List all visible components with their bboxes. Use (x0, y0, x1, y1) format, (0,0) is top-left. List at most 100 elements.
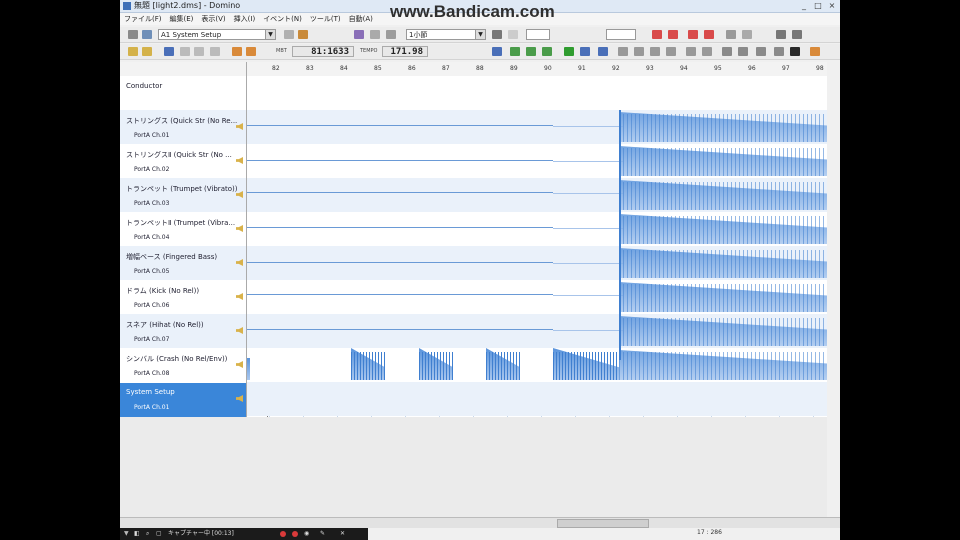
color-icon[interactable] (790, 47, 800, 56)
quantize-1-icon[interactable] (618, 47, 628, 56)
pause-dot-icon[interactable] (292, 531, 298, 537)
save-icon[interactable] (164, 47, 174, 56)
eraser-icon[interactable] (370, 30, 380, 39)
velocity-field[interactable] (526, 29, 550, 40)
taskbar-close-icon[interactable]: ✕ (340, 529, 345, 539)
screenshot-icon[interactable]: ◉ (304, 529, 309, 539)
play-icon[interactable] (564, 47, 574, 56)
rewind-icon[interactable] (492, 47, 502, 56)
menu-insert[interactable]: 挿入(I) (230, 13, 260, 25)
undo-icon[interactable] (776, 30, 786, 39)
loop-icon[interactable] (598, 47, 608, 56)
quantize-5-icon[interactable] (686, 47, 696, 56)
zoom-out-icon[interactable] (668, 30, 678, 39)
record-dot-icon[interactable] (280, 531, 286, 537)
tool-icon[interactable] (128, 30, 138, 39)
note-velocity-bar (731, 284, 732, 312)
note-velocity-bar (779, 148, 780, 176)
track-name[interactable]: ストリングス (Quick Str (No Re... (126, 116, 237, 126)
menu-event[interactable]: イベント(N) (259, 13, 306, 25)
track-name[interactable]: シンバル (Crash (No Rel/Env)) (126, 354, 227, 364)
quantize-2-icon[interactable] (634, 47, 644, 56)
camera-icon[interactable]: ◧ (134, 529, 140, 539)
note-velocity-bar (647, 182, 648, 210)
menu-edit[interactable]: 編集(E) (166, 13, 198, 25)
menu-file[interactable]: ファイル(F) (120, 13, 166, 25)
note-velocity-bar (671, 250, 672, 278)
new-file-icon[interactable] (128, 47, 138, 56)
track-lane[interactable] (247, 76, 827, 110)
note-velocity-bar (803, 250, 804, 278)
start-icon[interactable]: ▼ (124, 529, 129, 539)
note-velocity-bar (811, 148, 812, 176)
stop-icon[interactable] (580, 47, 590, 56)
cut-icon[interactable] (180, 47, 190, 56)
note-velocity-bar (731, 216, 732, 244)
measure-number: 90 (544, 65, 552, 72)
track-name[interactable]: System Setup (126, 388, 175, 396)
staff-icon[interactable] (756, 47, 766, 56)
quantize-3-icon[interactable] (650, 47, 660, 56)
track-name[interactable]: Conductor (126, 82, 162, 90)
mixer-icon[interactable] (774, 47, 784, 56)
track-lane[interactable] (247, 382, 827, 416)
track-name[interactable]: トランペット (Trumpet (Vibrato)) (126, 184, 237, 194)
track-name[interactable]: 増幅ベース (Fingered Bass) (126, 252, 217, 262)
menu-view[interactable]: 表示(V) (197, 13, 229, 25)
quantize-icon[interactable] (508, 30, 518, 39)
record-icon[interactable] (542, 47, 552, 56)
menu-tools[interactable]: ツール(T) (306, 13, 345, 25)
paste-icon[interactable] (210, 47, 220, 56)
song-grid[interactable]: 82 83 84 85 86 87 88 89 90 91 92 93 94 95 96 97 98 (247, 62, 827, 417)
search-icon[interactable]: ⌕ (146, 529, 149, 539)
pencil-icon[interactable] (354, 30, 364, 39)
track-name[interactable]: ストリングスⅡ (Quick Str (No ... (126, 150, 232, 160)
cymbal-note-bar (510, 352, 511, 380)
event-list-icon[interactable] (738, 47, 748, 56)
snap-select[interactable]: 1小節 ▼ (406, 29, 486, 40)
piano-roll-icon[interactable] (722, 47, 732, 56)
measure-number: 91 (578, 65, 586, 72)
minimize-button[interactable]: _ (798, 1, 810, 10)
window-icon[interactable]: ▢ (156, 529, 162, 539)
note-velocity-bar (695, 284, 696, 312)
tool-settings-icon[interactable] (810, 47, 820, 56)
measure-ruler[interactable]: 82 83 84 85 86 87 88 89 90 91 92 93 94 95 96 97 98 (247, 62, 827, 77)
undo-arrow-icon[interactable] (232, 47, 242, 56)
zoom-in-icon[interactable] (652, 30, 662, 39)
note-velocity-bar (679, 318, 680, 346)
gate-field[interactable] (606, 29, 636, 40)
position-display[interactable]: 81:1633 (292, 46, 354, 57)
maximize-button[interactable]: □ (812, 1, 824, 10)
grid-icon[interactable] (284, 30, 294, 39)
horizontal-scroll-thumb[interactable] (557, 519, 649, 528)
note-velocity-bar (771, 250, 772, 278)
back-icon[interactable] (510, 47, 520, 56)
note-velocity-bar (703, 148, 704, 176)
flag-icon[interactable] (742, 30, 752, 39)
track-port: PortA Ch.06 (134, 302, 170, 309)
pen-icon[interactable] (298, 30, 308, 39)
mute-icon[interactable] (726, 30, 736, 39)
redo-arrow-icon[interactable] (246, 47, 256, 56)
pen-tool-icon[interactable]: ✎ (320, 529, 325, 539)
menu-auto[interactable]: 自動(A) (345, 13, 377, 25)
quantize-4-icon[interactable] (666, 47, 676, 56)
close-button[interactable]: × (826, 1, 838, 10)
forward-icon[interactable] (526, 47, 536, 56)
track-name[interactable]: トランペットⅡ (Trumpet (Vibra... (126, 218, 235, 228)
quantize-6-icon[interactable] (702, 47, 712, 56)
track-name[interactable]: スネア (Hihat (No Rel)) (126, 320, 204, 330)
select-icon[interactable] (386, 30, 396, 39)
tempo-display[interactable]: 171.98 (382, 46, 428, 57)
track-name[interactable]: ドラム (Kick (No Rel)) (126, 286, 199, 296)
zoom-reset-icon[interactable] (704, 30, 714, 39)
copy-icon[interactable] (194, 47, 204, 56)
open-folder-icon[interactable] (142, 47, 152, 56)
track-select[interactable]: A1 System Setup ▼ (158, 29, 276, 40)
redo-icon[interactable] (792, 30, 802, 39)
horizontal-scrollbar[interactable] (120, 517, 840, 528)
settings-icon[interactable] (142, 30, 152, 39)
zoom-fit-icon[interactable] (688, 30, 698, 39)
note-length-icon[interactable] (492, 30, 502, 39)
